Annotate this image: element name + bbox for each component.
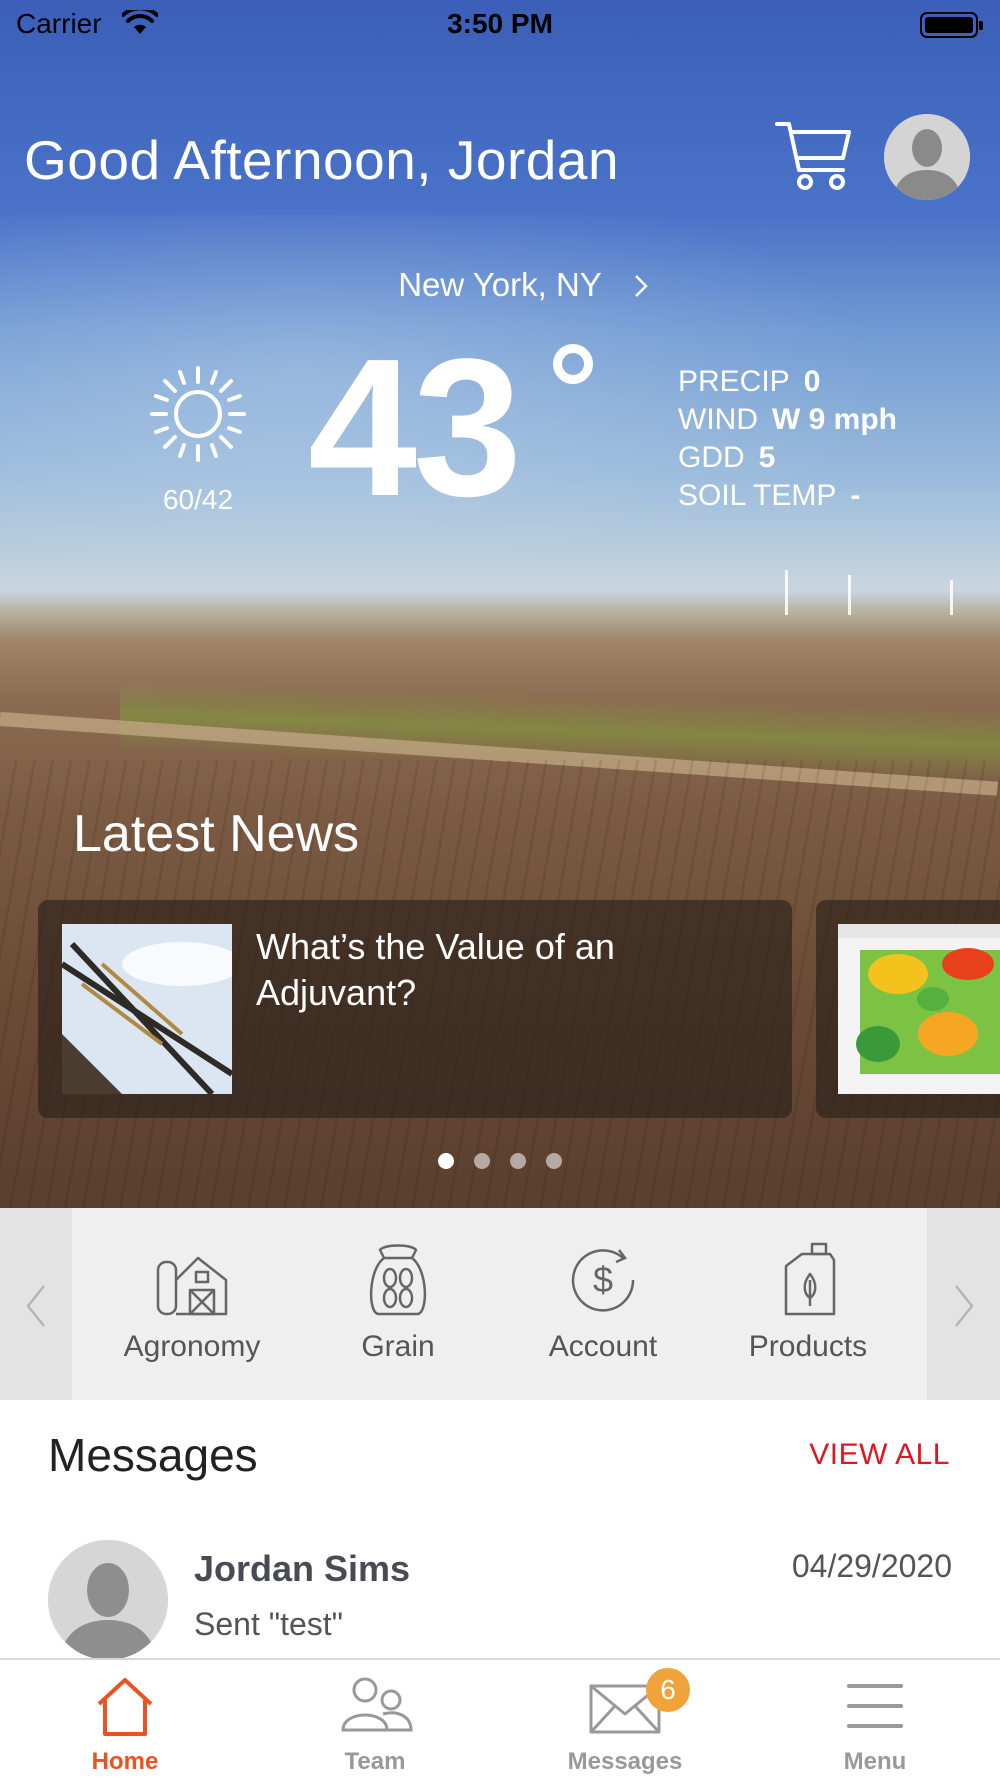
quick-link-label: Agronomy [123, 1330, 261, 1363]
quick-link-label: Products [748, 1330, 868, 1363]
page-dot-3[interactable] [510, 1153, 526, 1169]
dollar-icon: $ [571, 1249, 635, 1312]
barn-icon [156, 1256, 228, 1316]
page-dot-1[interactable] [438, 1153, 454, 1169]
clock: 3:50 PM [447, 8, 553, 39]
svg-text:$: $ [593, 1259, 613, 1300]
stat-gdd: GDD 5 [678, 441, 776, 474]
tab-team[interactable]: Team [250, 1674, 500, 1776]
news-section-title: Latest News [73, 805, 360, 863]
quick-link-grain[interactable]: Grain [308, 1240, 488, 1364]
location-selector[interactable]: New York, NY [0, 266, 1000, 304]
news-pagination[interactable] [0, 1153, 1000, 1174]
view-all-link[interactable]: VIEW ALL [809, 1438, 950, 1472]
stat-wind: WIND W 9 mph [678, 403, 897, 436]
quick-link-agronomy[interactable]: Agronomy [102, 1240, 282, 1364]
sprayer-image [62, 924, 232, 1094]
tab-menu[interactable]: Menu [750, 1674, 1000, 1776]
location-label: New York, NY [398, 266, 602, 303]
messages-badge: 6 [646, 1668, 690, 1712]
yield-map-image [838, 924, 1000, 1094]
current-temperature: 43 [308, 318, 522, 537]
sun-icon [150, 366, 246, 462]
tab-label: Menu [843, 1748, 907, 1775]
quick-link-account[interactable]: $ Account [513, 1240, 693, 1364]
jug-icon [784, 1242, 836, 1316]
grain-bag-icon [369, 1244, 427, 1316]
field-map-thumbnail [838, 924, 1000, 1094]
page-dot-2[interactable] [474, 1153, 490, 1169]
messages-section-title: Messages [48, 1429, 258, 1481]
quick-link-label: Grain [361, 1330, 435, 1363]
home-icon [97, 1678, 153, 1736]
status-bar: Carrier 3:50 PM [0, 0, 1000, 50]
person-silhouette-icon [48, 1540, 168, 1660]
news-headline: What’s the Value of an Adjuvant? [256, 926, 615, 1013]
tab-bar: Home Team Messages Menu [0, 1658, 1000, 1778]
page-dot-4[interactable] [546, 1153, 562, 1169]
chevron-right-icon [634, 275, 648, 297]
tab-messages[interactable]: Messages [500, 1674, 750, 1776]
tab-label: Team [344, 1748, 406, 1775]
tab-home[interactable]: Home [0, 1674, 250, 1776]
message-avatar[interactable] [48, 1540, 168, 1660]
news-card[interactable]: What’s the Value of an Adjuvant? [38, 900, 792, 1118]
cart-icon[interactable] [775, 118, 853, 194]
menu-icon [847, 1684, 903, 1728]
chevron-left-icon[interactable] [24, 1284, 48, 1328]
message-date: 04/29/2020 [791, 1548, 952, 1584]
quick-link-products[interactable]: Products [718, 1240, 898, 1364]
message-preview[interactable]: Sent "test" [194, 1606, 343, 1643]
wind-turbine [848, 575, 851, 615]
stat-soil-temp: SOIL TEMP - [678, 479, 861, 512]
stat-precip: PRECIP 0 [678, 365, 821, 398]
chevron-right-icon[interactable] [952, 1284, 976, 1328]
hi-lo-temperature: 60/42 [162, 484, 234, 515]
message-sender[interactable]: Jordan Sims [194, 1548, 410, 1590]
profile-avatar[interactable] [884, 114, 970, 200]
wind-turbine [950, 580, 953, 615]
news-thumbnail [62, 924, 232, 1094]
team-icon [341, 1677, 413, 1732]
battery-icon [920, 12, 983, 38]
tab-label: Home [91, 1748, 159, 1775]
person-silhouette-icon [884, 114, 970, 200]
wind-turbine [785, 570, 788, 615]
weather-stats: PRECIP 0 WIND W 9 mph GDD 5 SOIL TEMP - [678, 363, 897, 515]
news-card-next[interactable] [816, 900, 1000, 1118]
quick-link-label: Account [548, 1330, 658, 1363]
degree-symbol [553, 344, 593, 384]
greeting-title: Good Afternoon, Jordan [24, 129, 620, 191]
tab-label: Messages [567, 1748, 683, 1775]
